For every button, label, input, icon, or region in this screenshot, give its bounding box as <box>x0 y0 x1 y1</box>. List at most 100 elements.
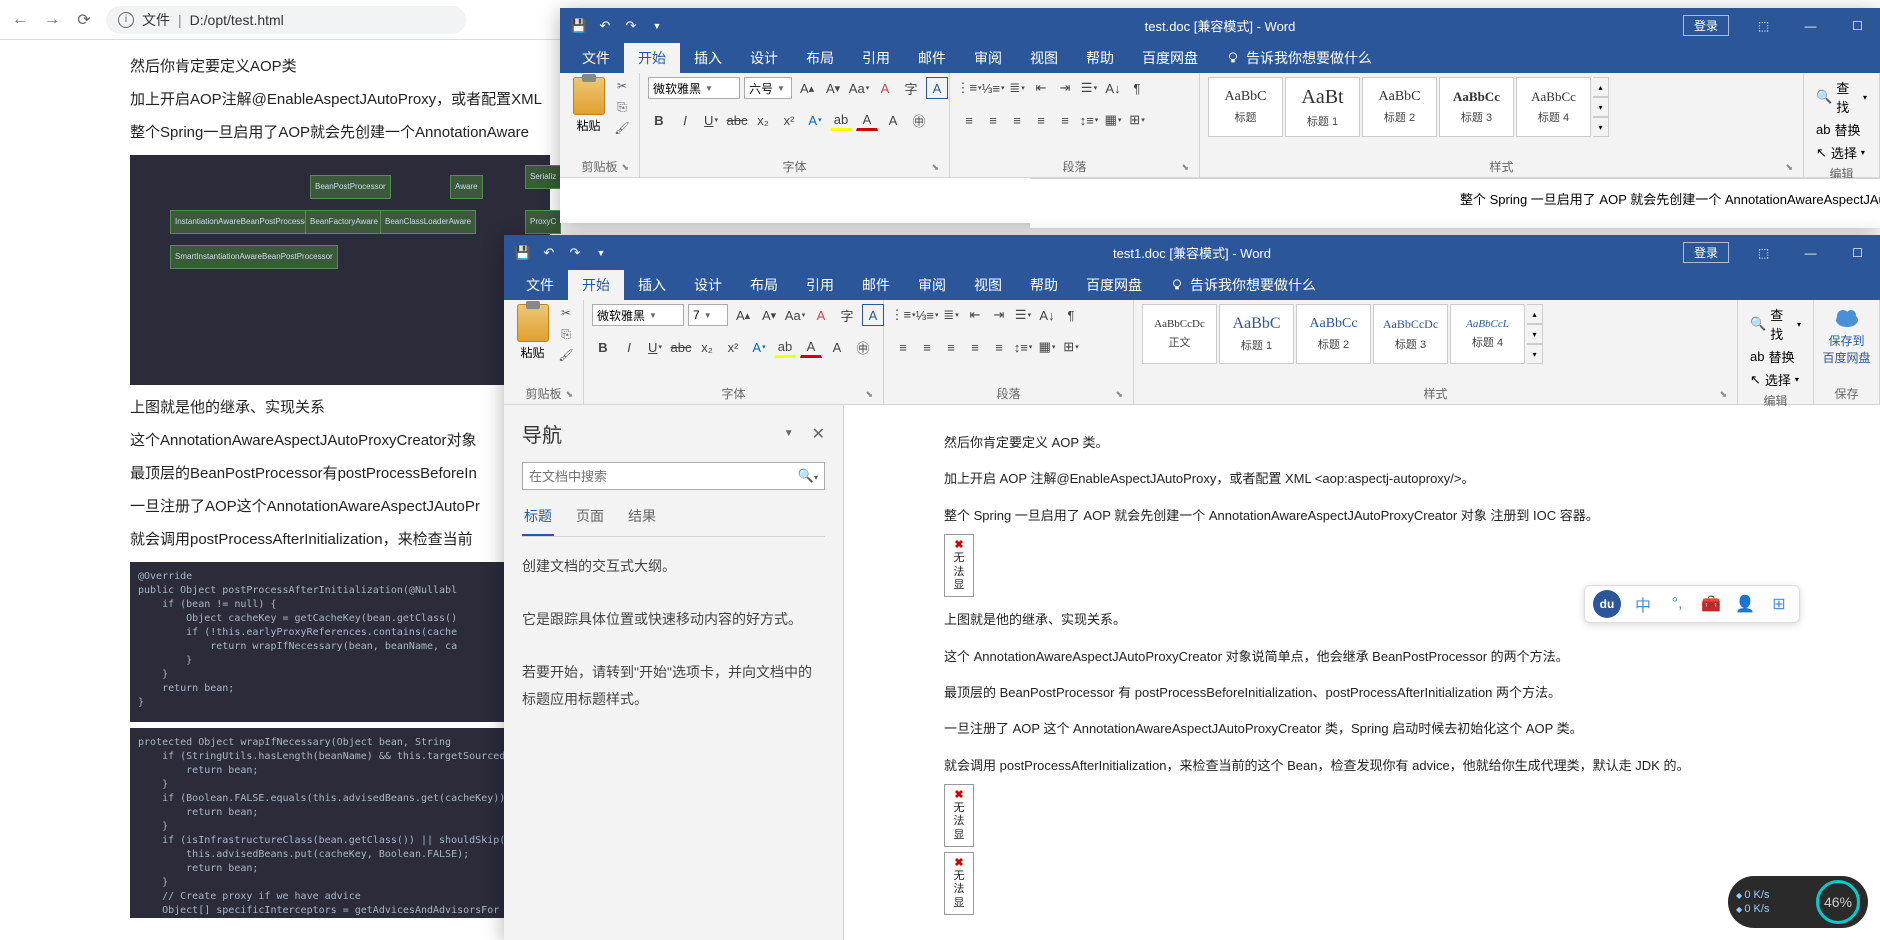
change-case-icon[interactable]: Aa▾ <box>784 304 806 326</box>
save-icon[interactable]: 💾 <box>512 242 534 264</box>
qat-customize-icon[interactable]: ▼ <box>590 242 612 264</box>
save-to-baidu-button[interactable]: 保存到 百度网盘 <box>1822 304 1871 366</box>
char-border-icon[interactable]: A <box>926 77 948 99</box>
shrink-font-icon[interactable]: A▾ <box>758 304 780 326</box>
line-spacing-icon[interactable]: ↕≡▾ <box>1012 336 1034 358</box>
style-item[interactable]: AaBbC标题 <box>1208 77 1283 137</box>
nav-dropdown-icon[interactable]: ▼ <box>784 428 794 439</box>
tab-home[interactable]: 开始 <box>624 43 680 73</box>
tab-view[interactable]: 视图 <box>1016 43 1072 73</box>
style-item[interactable]: AaBbCc标题 4 <box>1516 77 1591 137</box>
tab-design[interactable]: 设计 <box>680 270 736 300</box>
phonetic-guide-icon[interactable]: 字 <box>836 304 858 326</box>
shrink-font-icon[interactable]: A▾ <box>822 77 844 99</box>
underline-button[interactable]: U▾ <box>644 336 666 358</box>
font-color-icon[interactable]: A <box>856 109 878 131</box>
style-heading4[interactable]: AaBbCcL标题 4 <box>1450 304 1525 364</box>
tab-mailings[interactable]: 邮件 <box>848 270 904 300</box>
font-name-combo[interactable]: 微软雅黑▼ <box>592 304 684 326</box>
shading-icon[interactable]: ▦▾ <box>1036 336 1058 358</box>
strikethrough-button[interactable]: abc <box>726 109 748 131</box>
tab-file[interactable]: 文件 <box>512 270 568 300</box>
style-item[interactable]: AaBbC标题 2 <box>1362 77 1437 137</box>
maximize-button[interactable]: ☐ <box>1835 235 1880 270</box>
tab-view[interactable]: 视图 <box>960 270 1016 300</box>
grow-font-icon[interactable]: A▴ <box>796 77 818 99</box>
save-icon[interactable]: 💾 <box>568 15 590 37</box>
asian-layout-icon[interactable]: ☰▾ <box>1078 77 1100 99</box>
align-right-icon[interactable]: ≡ <box>1006 109 1028 131</box>
decrease-indent-icon[interactable]: ⇤ <box>1030 77 1052 99</box>
undo-icon[interactable]: ↶ <box>538 242 560 264</box>
nav-tab-pages[interactable]: 页面 <box>574 502 606 536</box>
dialog-launcher-icon[interactable]: ⬊ <box>1181 162 1189 173</box>
italic-button[interactable]: I <box>674 109 696 131</box>
floating-toolbar[interactable]: du 中 °, 🧰 👤 ⊞ <box>1584 585 1800 623</box>
paste-button[interactable]: 粘贴 <box>512 304 553 361</box>
bullets-icon[interactable]: ⋮≡▾ <box>892 304 914 326</box>
styles-more[interactable]: ▴▾▾ <box>1593 77 1609 137</box>
styles-gallery[interactable]: AaBbCcDc正文 AaBbC标题 1 AaBbCc标题 2 AaBbCcDc… <box>1142 304 1543 364</box>
baidu-icon[interactable]: du <box>1593 590 1621 618</box>
format-painter-icon[interactable]: 🖌 <box>613 119 631 137</box>
subscript-button[interactable]: x₂ <box>696 336 718 358</box>
align-left-icon[interactable]: ≡ <box>958 109 980 131</box>
tab-design[interactable]: 设计 <box>736 43 792 73</box>
replace-button[interactable]: ab 替换 <box>1812 119 1871 140</box>
cut-icon[interactable]: ✂ <box>557 304 575 322</box>
bullets-icon[interactable]: ⋮≡▾ <box>958 77 980 99</box>
grow-font-icon[interactable]: A▴ <box>732 304 754 326</box>
copy-icon[interactable]: ⎘ <box>613 98 631 116</box>
nav-tab-results[interactable]: 结果 <box>626 502 658 536</box>
dialog-launcher-icon[interactable]: ⬊ <box>931 162 939 173</box>
copy-icon[interactable]: ⎘ <box>557 325 575 343</box>
ribbon-display-icon[interactable]: ⬚ <box>1741 235 1786 270</box>
align-right-icon[interactable]: ≡ <box>940 336 962 358</box>
nav-tab-headings[interactable]: 标题 <box>522 502 554 536</box>
dialog-launcher-icon[interactable]: ⬊ <box>865 389 873 400</box>
search-input[interactable] <box>529 469 798 484</box>
justify-icon[interactable]: ≡ <box>964 336 986 358</box>
tab-insert[interactable]: 插入 <box>624 270 680 300</box>
sort-icon[interactable]: A↓ <box>1036 304 1058 326</box>
font-name-combo[interactable]: 微软雅黑▼ <box>648 77 740 99</box>
network-speed-widget[interactable]: 0 K/s 0 K/s 46% <box>1728 876 1868 928</box>
tab-file[interactable]: 文件 <box>568 43 624 73</box>
highlight-icon[interactable]: ab <box>830 109 852 131</box>
cut-icon[interactable]: ✂ <box>613 77 631 95</box>
char-shading-icon[interactable]: A <box>882 109 904 131</box>
tab-help[interactable]: 帮助 <box>1072 43 1128 73</box>
align-center-icon[interactable]: ≡ <box>916 336 938 358</box>
toolbox-icon[interactable]: 🧰 <box>1699 592 1723 616</box>
distribute-icon[interactable]: ≡ <box>1054 109 1076 131</box>
tab-baidu[interactable]: 百度网盘 <box>1128 43 1212 73</box>
dialog-launcher-icon[interactable]: ⬊ <box>1719 389 1727 400</box>
back-button[interactable]: ← <box>10 10 30 30</box>
text-effects-icon[interactable]: A▾ <box>748 336 770 358</box>
format-painter-icon[interactable]: 🖌 <box>557 346 575 364</box>
replace-button[interactable]: ab 替换 <box>1746 346 1805 367</box>
dialog-launcher-icon[interactable]: ⬊ <box>565 389 573 400</box>
ime-cn-icon[interactable]: 中 <box>1631 592 1655 616</box>
grid-icon[interactable]: ⊞ <box>1767 592 1791 616</box>
tell-me[interactable]: 告诉我你想要做什么 <box>1156 270 1330 300</box>
italic-button[interactable]: I <box>618 336 640 358</box>
undo-icon[interactable]: ↶ <box>594 15 616 37</box>
styles-gallery[interactable]: AaBbC标题 AaBt标题 1 AaBbC标题 2 AaBbCc标题 3 Aa… <box>1208 77 1609 137</box>
phonetic-guide-icon[interactable]: 字 <box>900 77 922 99</box>
clear-format-icon[interactable]: A <box>874 77 896 99</box>
font-size-combo[interactable]: 六号▼ <box>744 77 792 99</box>
select-button[interactable]: ↖ 选择 ▾ <box>1812 142 1871 163</box>
find-button[interactable]: 🔍 查找 ▾ <box>1812 77 1871 117</box>
login-button[interactable]: 登录 <box>1683 242 1729 263</box>
borders-icon[interactable]: ⊞▾ <box>1126 109 1148 131</box>
styles-more[interactable]: ▴▾▾ <box>1527 304 1543 364</box>
tab-help[interactable]: 帮助 <box>1016 270 1072 300</box>
show-marks-icon[interactable]: ¶ <box>1126 77 1148 99</box>
enclose-char-icon[interactable]: ㊥ <box>852 336 874 358</box>
strikethrough-button[interactable]: abc <box>670 336 692 358</box>
style-heading3[interactable]: AaBbCcDc标题 3 <box>1373 304 1448 364</box>
tab-references[interactable]: 引用 <box>792 270 848 300</box>
minimize-button[interactable]: — <box>1788 235 1833 270</box>
align-left-icon[interactable]: ≡ <box>892 336 914 358</box>
